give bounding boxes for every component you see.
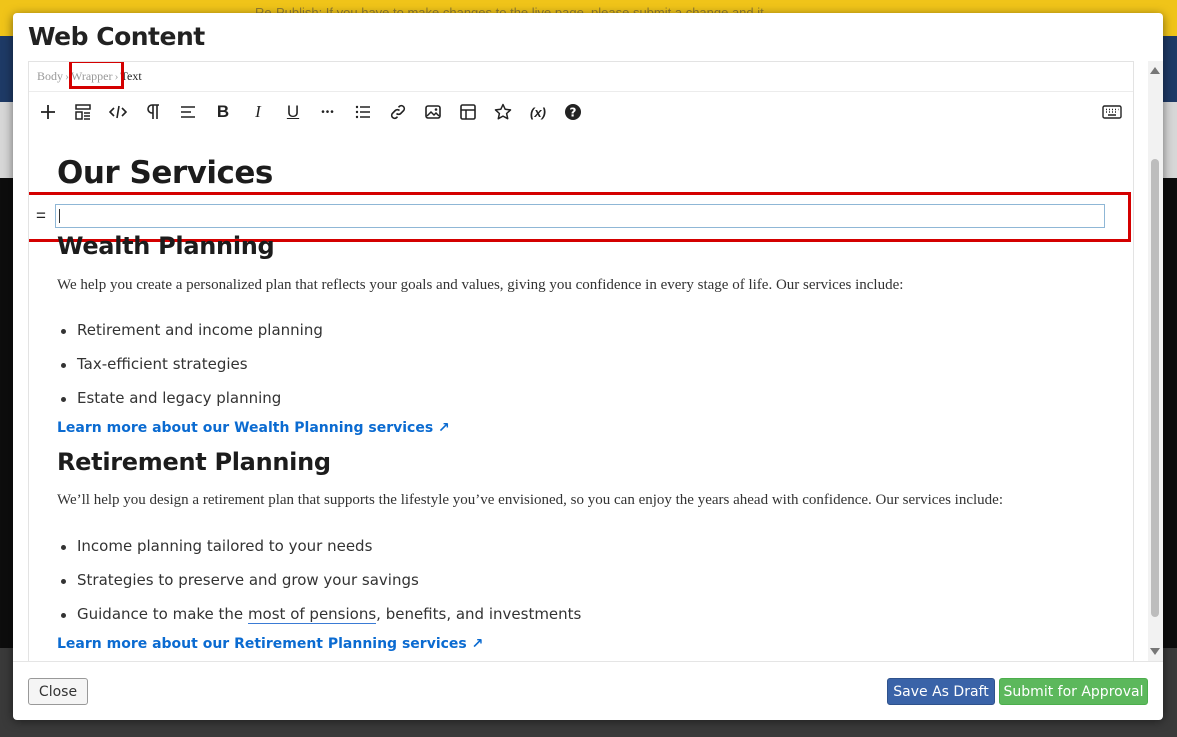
bold-icon[interactable]: B — [208, 92, 238, 132]
scrollbar-thumb[interactable] — [1151, 159, 1159, 617]
list-icon[interactable] — [348, 92, 378, 132]
align-icon[interactable] — [173, 92, 203, 132]
web-content-modal: Web Content Body›Wrapper›Text B I U — [13, 13, 1163, 720]
page-heading[interactable]: Our Services — [57, 155, 273, 191]
wrapper-highlight-box — [69, 62, 124, 89]
section-title-retirement[interactable]: Retirement Planning — [57, 448, 331, 476]
link-icon[interactable] — [383, 92, 413, 132]
list-item[interactable]: Guidance to make the most of pensions, b… — [60, 605, 582, 624]
submit-for-approval-button[interactable]: Submit for Approval — [999, 678, 1148, 705]
retirement-planning-link[interactable]: Learn more about our Retirement Planning… — [57, 636, 483, 652]
scroll-down-arrow-icon[interactable] — [1150, 648, 1160, 655]
spellcheck-underlined-text[interactable]: most of pensions — [247, 605, 377, 624]
list-item[interactable]: Estate and legacy planning — [60, 389, 281, 407]
editor-content[interactable]: Our Services = Wealth Planning We help y… — [29, 131, 1133, 662]
source-code-icon[interactable] — [103, 92, 133, 132]
section-intro-retirement[interactable]: We’ll help you design a retirement plan … — [57, 492, 1003, 509]
underline-icon[interactable]: U — [278, 92, 308, 132]
keyboard-icon[interactable] — [1097, 92, 1127, 132]
block-format-icon[interactable] — [68, 92, 98, 132]
add-icon[interactable] — [33, 92, 63, 132]
section-title-wealth[interactable]: Wealth Planning — [57, 232, 275, 260]
modal-footer: Close Save As Draft Submit for Approval — [13, 661, 1163, 720]
star-icon[interactable] — [488, 92, 518, 132]
list-item[interactable]: Retirement and income planning — [61, 321, 323, 339]
table-icon[interactable] — [453, 92, 483, 132]
list-item-suffix: , benefits, and investments — [376, 605, 582, 623]
wealth-planning-link[interactable]: Learn more about our Wealth Planning ser… — [57, 420, 450, 436]
save-as-draft-button[interactable]: Save As Draft — [887, 678, 995, 705]
editor-toolbar: B I U ••• (x) ? — [29, 91, 1133, 132]
help-icon[interactable]: ? — [558, 92, 588, 132]
scroll-up-arrow-icon[interactable] — [1150, 67, 1160, 74]
list-item-prefix: Guidance to make the — [77, 605, 248, 623]
paragraph-icon[interactable] — [138, 92, 168, 132]
close-button[interactable]: Close — [28, 678, 88, 705]
svg-text:?: ? — [570, 106, 577, 120]
vertical-scrollbar[interactable] — [1148, 61, 1163, 661]
list-item[interactable]: Tax-efficient strategies — [61, 355, 248, 373]
list-item[interactable]: Income planning tailored to your needs — [60, 537, 372, 555]
section-intro-wealth[interactable]: We help you create a personalized plan t… — [57, 277, 903, 294]
list-item[interactable]: Strategies to preserve and grow your sav… — [61, 571, 419, 589]
breadcrumb-item-body[interactable]: Body — [37, 69, 63, 83]
editor-frame: Body › Wrapper › Text B I U ••• (x) ? Ou… — [28, 61, 1134, 662]
image-icon[interactable] — [418, 92, 448, 132]
modal-title: Web Content — [28, 22, 205, 51]
more-icon[interactable]: ••• — [313, 92, 343, 132]
variable-icon[interactable]: (x) — [523, 92, 553, 132]
italic-icon[interactable]: I — [243, 92, 273, 132]
